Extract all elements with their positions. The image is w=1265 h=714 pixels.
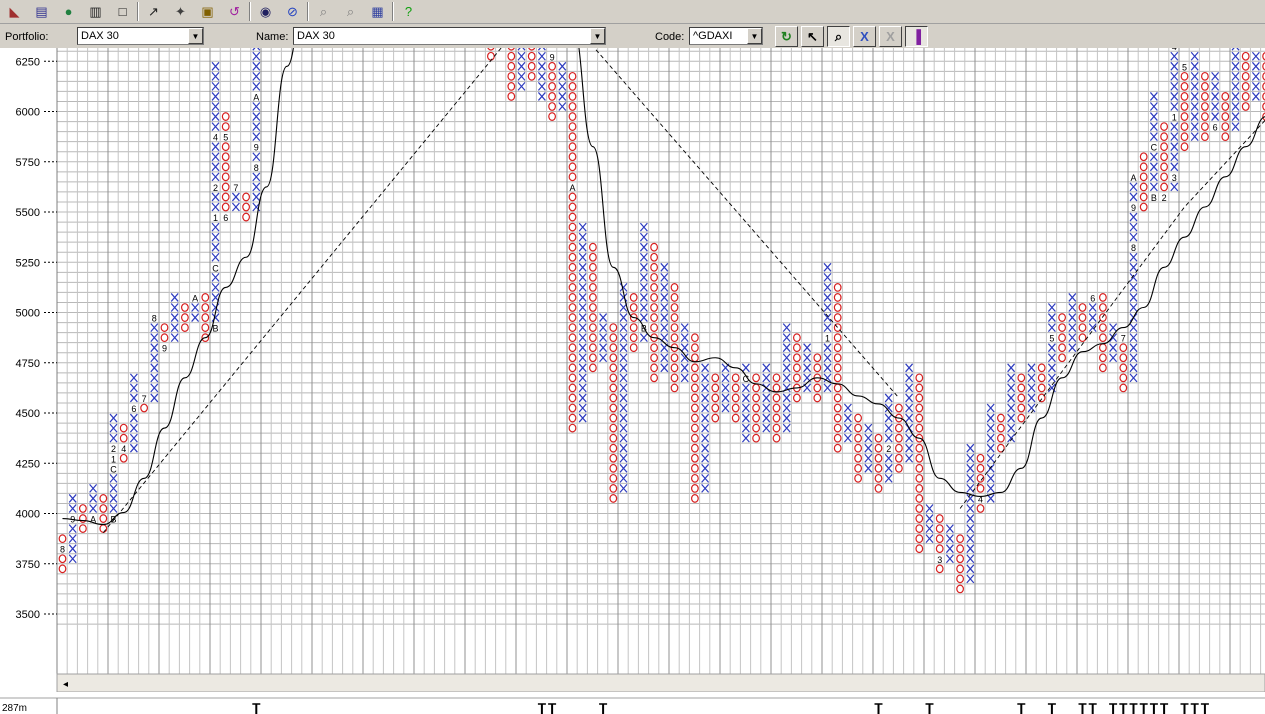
toolbar-separator — [392, 2, 394, 21]
month-marker: 6 — [1213, 123, 1218, 133]
y-tick-label: 4500 — [16, 408, 40, 420]
month-marker: 1 — [825, 334, 830, 344]
month-marker: 1 — [1172, 113, 1177, 123]
selector-bar: Portfolio: DAX 30 ▼ Name: DAX 30 ▼ Code:… — [0, 24, 1265, 48]
month-marker: 2 — [111, 444, 116, 454]
view-icon[interactable]: ◉ — [255, 1, 276, 22]
portfolio-icon[interactable]: ▤ — [31, 1, 52, 22]
month-marker: 9 — [254, 143, 259, 153]
print-preview-icon[interactable]: □ — [112, 1, 133, 22]
pointer-icon[interactable]: ↖ — [801, 26, 824, 47]
month-marker: 8 — [60, 545, 65, 555]
y-tick-label: 5750 — [16, 157, 40, 169]
month-marker: 3 — [937, 555, 942, 565]
y-tick-label: 3500 — [16, 609, 40, 621]
month-marker: C — [1151, 143, 1158, 153]
plot-background — [57, 48, 1265, 686]
month-marker: 8 — [254, 163, 259, 173]
month-marker: 5 — [223, 133, 228, 143]
month-marker: A — [192, 293, 198, 303]
portfolio-value: DAX 30 — [81, 30, 119, 42]
chevron-down-icon[interactable]: ▼ — [188, 28, 203, 44]
main-toolbar: ◣ ▤ ● ▥ □ ↗ ✦ ▣ ↺ ◉ ⊘ ⌕ ⌕ ▦? — [0, 0, 1265, 24]
month-marker: 5 — [1182, 62, 1187, 72]
horizontal-scrollbar — [56, 673, 1265, 693]
pnf-x-icon[interactable]: X — [853, 26, 876, 47]
chevron-down-icon[interactable]: ▼ — [590, 28, 605, 44]
volume-panel — [0, 692, 1265, 714]
y-tick-label: 5250 — [16, 257, 40, 269]
month-marker: A — [1130, 173, 1136, 183]
scroll-left-icon: ◂ — [63, 679, 68, 690]
chart-icon[interactable]: ↗ — [143, 1, 164, 22]
pnf-x2-icon[interactable]: X — [879, 26, 902, 47]
month-marker: 5 — [1049, 334, 1054, 344]
name-value: DAX 30 — [297, 30, 335, 42]
month-marker: A — [569, 183, 575, 193]
volume-bars-icon[interactable]: ▐ — [905, 26, 928, 47]
y-tick-label: 6000 — [16, 107, 40, 119]
month-marker: 1 — [213, 213, 218, 223]
month-marker: 2 — [886, 444, 891, 454]
code-select[interactable]: ^GDAXI ▼ — [689, 27, 763, 45]
help-icon[interactable]: ? — [398, 1, 419, 22]
month-marker: 6 — [223, 213, 228, 223]
grid-icon[interactable]: ▦ — [367, 1, 388, 22]
month-marker: A — [253, 92, 259, 102]
month-marker: 3 — [1172, 173, 1177, 183]
month-marker: C — [212, 263, 219, 273]
y-tick-label: 5500 — [16, 207, 40, 219]
name-select[interactable]: DAX 30 ▼ — [293, 27, 606, 45]
name-label: Name: — [256, 31, 289, 43]
month-marker: 2 — [1162, 193, 1167, 203]
month-marker: 4 — [121, 444, 126, 454]
open-icon[interactable]: ◣ — [4, 1, 25, 22]
month-marker: 8 — [152, 314, 157, 324]
refresh-icon[interactable]: ↻ — [775, 26, 798, 47]
month-marker: 6 — [131, 404, 136, 414]
y-tick-label: 3750 — [16, 559, 40, 571]
undo-icon[interactable]: ↺ — [224, 1, 245, 22]
print-icon[interactable]: ▥ — [85, 1, 106, 22]
code-label: Code: — [655, 31, 685, 43]
cancel-icon[interactable]: ⊘ — [282, 1, 303, 22]
portfolio-label: Portfolio: — [5, 31, 49, 43]
month-marker: 9 — [162, 344, 167, 354]
month-marker: 1 — [111, 454, 116, 464]
globe-icon[interactable]: ● — [58, 1, 79, 22]
month-marker: C — [110, 464, 117, 474]
month-marker: 7 — [233, 183, 238, 193]
month-marker: 7 — [1121, 334, 1126, 344]
y-tick-label: 4250 — [16, 458, 40, 470]
zoom-in-icon[interactable]: ⌕ — [313, 1, 334, 22]
month-marker: 9 — [1131, 203, 1136, 213]
portfolio-select[interactable]: DAX 30 ▼ — [77, 27, 204, 45]
pnf-chart[interactable]: 3500 3750 4000 4250 4500 4750 5000 5250 5500 5750… — [0, 48, 1265, 714]
wizard-icon[interactable]: ✦ — [170, 1, 191, 22]
y-tick-label: 5000 — [16, 308, 40, 320]
month-marker: B — [1151, 193, 1157, 203]
toolbar-separator — [137, 2, 139, 21]
month-marker: 4 — [1172, 48, 1177, 52]
zoom-icon[interactable]: ⌕ — [827, 26, 850, 47]
y-tick-label: 6250 — [16, 56, 40, 68]
notes-icon[interactable]: ▣ — [197, 1, 218, 22]
y-tick-label: 4750 — [16, 358, 40, 370]
volume-scale-label: 287m — [2, 703, 27, 714]
code-value: ^GDAXI — [693, 30, 733, 42]
chevron-down-icon[interactable]: ▼ — [747, 28, 762, 44]
pnf-chart-area[interactable]: 3500 3750 4000 4250 4500 4750 5000 5250 5500 5750… — [0, 48, 1265, 714]
toolbar-separator — [249, 2, 251, 21]
month-marker: B — [212, 324, 218, 334]
month-marker: 4 — [213, 133, 218, 143]
month-marker: 7 — [142, 394, 147, 404]
month-marker: 6 — [1090, 293, 1095, 303]
month-marker: 9 — [550, 52, 555, 62]
month-marker: 2 — [213, 183, 218, 193]
month-marker: 8 — [1131, 243, 1136, 253]
y-tick-label: 4000 — [16, 509, 40, 521]
toolbar-separator — [307, 2, 309, 21]
zoom-out-icon[interactable]: ⌕ — [340, 1, 361, 22]
